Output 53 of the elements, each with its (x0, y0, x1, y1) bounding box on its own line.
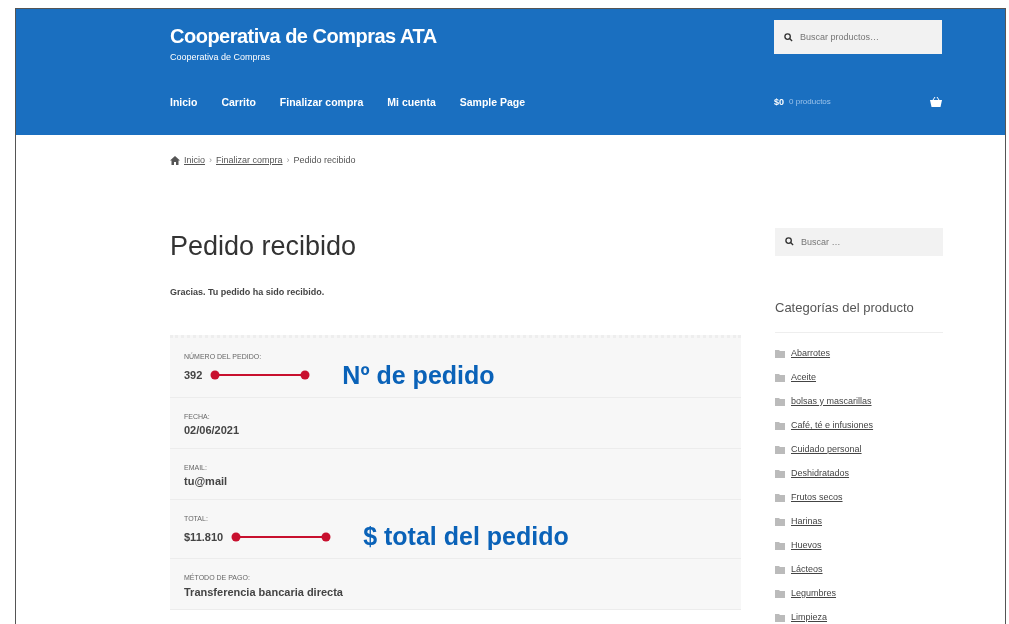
folder-icon (775, 517, 785, 526)
folder-icon (775, 445, 785, 454)
folder-icon (775, 349, 785, 358)
category-link[interactable]: Deshidratados (791, 466, 850, 481)
search-icon (785, 237, 794, 246)
search-icon (784, 33, 793, 42)
category-link[interactable]: Abarrotes (791, 346, 831, 361)
detail-value: 02/06/2021 (184, 423, 240, 439)
product-search-field[interactable]: Buscar productos… (774, 20, 942, 54)
category-link[interactable]: Legumbres (791, 586, 837, 601)
category-link[interactable]: Huevos (791, 538, 822, 553)
folder-icon (775, 469, 785, 478)
folder-icon (775, 541, 785, 550)
folder-icon (775, 589, 785, 598)
category-link[interactable]: Frutos secos (791, 490, 843, 505)
cart-amount[interactable]: $0 (774, 95, 784, 110)
detail-value: Transferencia bancaria directa (184, 584, 343, 600)
categories-heading: Categorías del producto (775, 298, 943, 333)
folder-icon (775, 373, 785, 382)
breadcrumb-current: Pedido recibido (293, 154, 356, 167)
category-link[interactable]: Aceite (791, 370, 816, 385)
nav-link[interactable]: Mi cuenta (387, 94, 436, 111)
confirmation-message: Gracias. Tu pedido ha sido recibido. (170, 285, 326, 299)
category-link[interactable]: Harinas (791, 514, 822, 529)
folder-icon (775, 421, 785, 430)
category-link[interactable]: Café, té e infusiones (791, 418, 874, 433)
folder-icon (775, 565, 785, 574)
nav-link[interactable]: Finalizar compra (279, 94, 364, 111)
folder-icon (775, 613, 785, 622)
category-link[interactable]: Cuidado personal (791, 442, 862, 457)
category-link[interactable]: bolsas y mascarillas (791, 394, 872, 409)
category-link[interactable]: Limpieza (791, 610, 828, 624)
detail-value: $11.810 (184, 529, 224, 545)
home-icon (170, 156, 180, 166)
page-title: Pedido recibido (170, 229, 358, 262)
callout-text: Nº de pedido (342, 362, 495, 388)
folder-icon (775, 397, 785, 406)
breadcrumb-link[interactable]: Finalizar compra (216, 154, 283, 168)
breadcrumb-separator: › (209, 154, 212, 167)
basket-icon[interactable] (930, 97, 942, 108)
callout-text: $ total del pedido (363, 524, 569, 550)
folder-icon (775, 493, 785, 502)
detail-value: tu@mail (184, 474, 228, 490)
category-link[interactable]: Lácteos (791, 562, 823, 577)
nav-link[interactable]: Inicio (170, 94, 198, 111)
nav-link[interactable]: Sample Page (459, 94, 526, 111)
breadcrumb-link[interactable]: Inicio (184, 154, 205, 168)
search-field[interactable]: Buscar … (775, 228, 943, 256)
breadcrumb-separator: › (286, 154, 290, 167)
site-tagline: Cooperativa de Compras (170, 51, 272, 64)
detail-value: 392 (184, 368, 203, 384)
site-title[interactable]: Cooperativa de Compras ATA (170, 9, 774, 51)
nav-link[interactable]: Carrito (221, 94, 256, 111)
